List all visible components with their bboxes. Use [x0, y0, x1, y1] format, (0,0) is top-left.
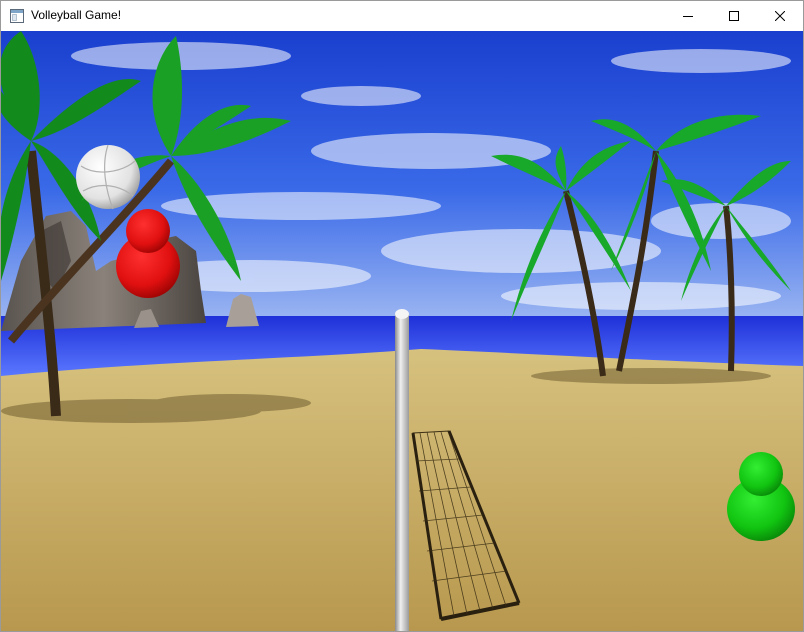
maximize-button[interactable] [711, 1, 757, 31]
minimize-button[interactable] [665, 1, 711, 31]
game-scene [1, 31, 803, 631]
maximize-icon [729, 11, 739, 21]
volleyball[interactable] [76, 144, 140, 210]
close-button[interactable] [757, 1, 803, 31]
close-icon [775, 11, 785, 21]
game-window: Volleyball Game! [0, 0, 804, 632]
window-title: Volleyball Game! [31, 8, 122, 22]
application-window-icon [10, 9, 24, 23]
title-bar[interactable]: Volleyball Game! [1, 1, 803, 31]
net-pole [395, 309, 409, 631]
minimize-icon [683, 11, 693, 21]
game-viewport[interactable] [1, 31, 803, 631]
